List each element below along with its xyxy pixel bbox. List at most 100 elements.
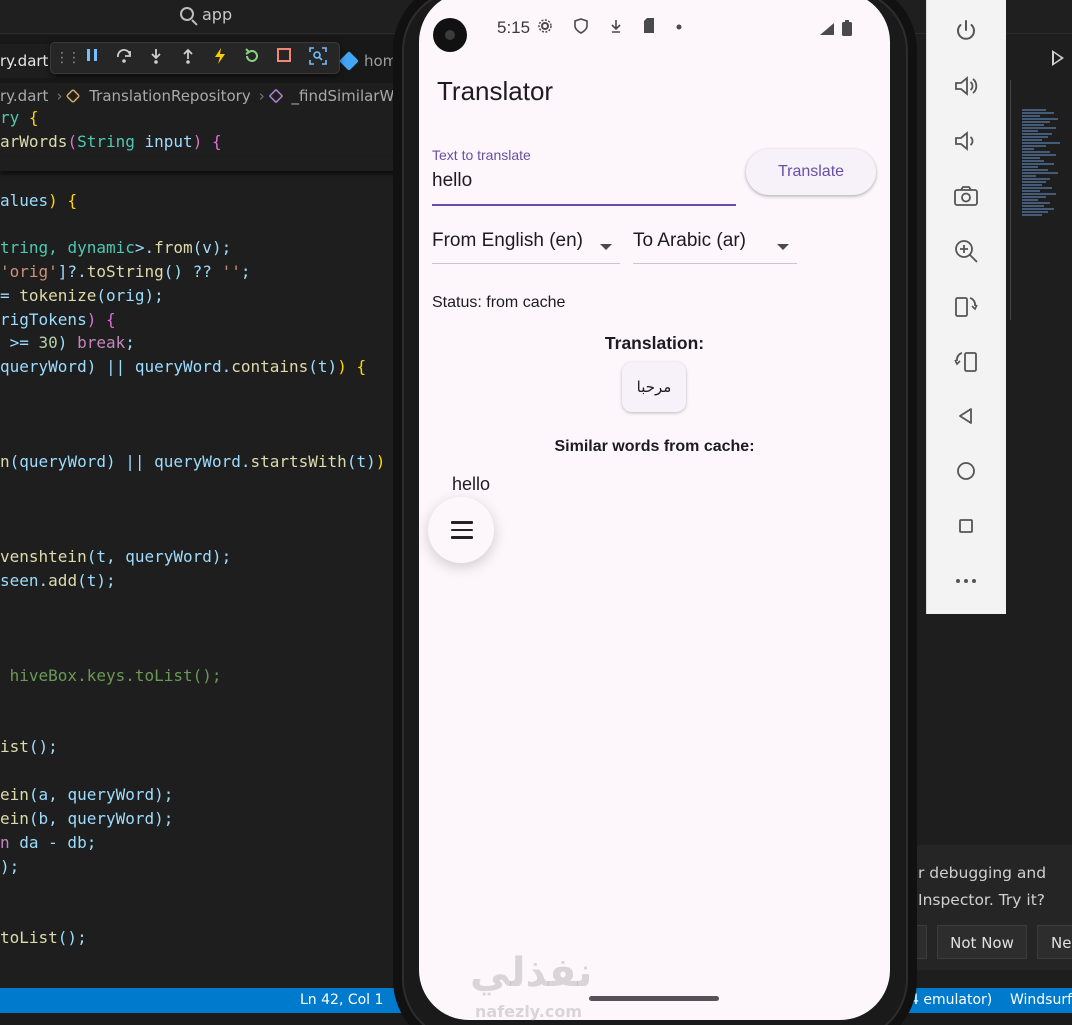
- back-icon[interactable]: [947, 397, 985, 435]
- rotate-right-icon[interactable]: [947, 287, 985, 325]
- code-line[interactable]: hiveBox.keys.toList();: [0, 666, 222, 685]
- hot-reload-icon[interactable]: [209, 47, 231, 69]
- volume-up-icon[interactable]: [947, 67, 985, 105]
- to-language-dropdown[interactable]: To Arabic (ar): [633, 230, 797, 264]
- step-out-icon[interactable]: [177, 47, 199, 69]
- notification-message: r debugging and Inspector. Try it?: [918, 860, 1046, 914]
- code-line[interactable]: rigTokens) {: [0, 310, 116, 329]
- translation-result[interactable]: مرحبا: [622, 362, 686, 412]
- minimap-line: [1022, 142, 1060, 144]
- tab-active-file[interactable]: ry.dart: [0, 44, 57, 78]
- status-icons: [537, 18, 682, 36]
- code-line[interactable]: >= 30) break;: [0, 333, 135, 352]
- minimap-line: [1022, 163, 1054, 165]
- code-token: arWords: [0, 132, 68, 151]
- code-line[interactable]: alues) {: [0, 191, 77, 210]
- home-icon[interactable]: [947, 452, 985, 490]
- from-language-dropdown[interactable]: From English (en): [432, 230, 620, 264]
- similar-word-item[interactable]: hello: [452, 474, 490, 495]
- stop-icon[interactable]: [273, 47, 295, 69]
- run-icon[interactable]: [1052, 50, 1064, 66]
- code-token: ();: [57, 928, 87, 947]
- more-icon[interactable]: [947, 562, 985, 600]
- breadcrumb-method[interactable]: _findSimilarWo: [292, 87, 401, 105]
- code-token: ist: [0, 737, 29, 756]
- code-token: seen: [0, 571, 39, 590]
- not-now-button[interactable]: Not Now: [937, 925, 1027, 959]
- menu-fab[interactable]: [428, 497, 494, 563]
- code-line[interactable]: queryWord) || queryWord.contains(t)) {: [0, 357, 366, 376]
- minimap-line: [1022, 181, 1046, 183]
- code-line[interactable]: );: [0, 857, 19, 876]
- never-button[interactable]: Nev: [1037, 925, 1072, 959]
- tab-home-file[interactable]: hom: [338, 44, 397, 78]
- code-line[interactable]: 'orig']?.toString() ?? '';: [0, 262, 250, 281]
- code-token: da - db;: [19, 833, 97, 852]
- camera-icon[interactable]: [947, 177, 985, 215]
- code-token: queryWord: [0, 357, 87, 376]
- overview-icon[interactable]: [947, 507, 985, 545]
- code-token: .: [221, 357, 232, 376]
- cursor-position[interactable]: Ln 42, Col 1: [300, 988, 383, 1013]
- translate-button[interactable]: Translate: [746, 149, 876, 195]
- volume-down-icon[interactable]: [947, 122, 985, 160]
- code-token: tokenize: [19, 286, 97, 305]
- minimap[interactable]: [1022, 108, 1062, 268]
- code-line[interactable]: ein(a, queryWord);: [0, 785, 173, 804]
- code-token: =: [0, 286, 20, 305]
- code-line[interactable]: tring, dynamic>.from(v);: [0, 238, 231, 257]
- windsurf-status[interactable]: Windsurf: [1010, 988, 1072, 1013]
- translate-input[interactable]: hello: [432, 170, 472, 192]
- inspect-widget-icon[interactable]: [307, 47, 329, 69]
- minimap-line: [1022, 208, 1054, 210]
- pause-icon[interactable]: [81, 47, 103, 69]
- code-line[interactable]: n da - db;: [0, 833, 96, 852]
- menu-icon: [451, 521, 473, 524]
- minimap-line: [1022, 190, 1040, 192]
- code-line[interactable]: ein(b, queryWord);: [0, 809, 173, 828]
- menu-icon: [451, 528, 473, 531]
- minimap-line: [1022, 214, 1042, 216]
- breadcrumb-class[interactable]: TranslationRepository: [89, 87, 251, 105]
- code-token: tring,: [0, 238, 68, 257]
- code-line[interactable]: ist();: [0, 737, 58, 756]
- zoom-in-icon[interactable]: [947, 232, 985, 270]
- code-line[interactable]: = tokenize(orig);: [0, 286, 164, 305]
- breadcrumb-file[interactable]: ry.dart: [0, 87, 48, 105]
- code-token: (t, queryWord);: [86, 547, 232, 566]
- rotate-left-icon[interactable]: [947, 342, 985, 380]
- minimap-line: [1022, 187, 1052, 189]
- minimap-line: [1022, 169, 1048, 171]
- minimap-line: [1022, 136, 1048, 138]
- code-line[interactable]: arWords(String input) {: [0, 132, 222, 151]
- phone-screen[interactable]: 5:15 Translator Text to translate hello …: [419, 0, 890, 1020]
- code-line[interactable]: seen.add(t);: [0, 571, 116, 590]
- code-line[interactable]: venshtein(t, queryWord);: [0, 547, 231, 566]
- step-into-icon[interactable]: [145, 47, 167, 69]
- code-line[interactable]: n(queryWord) || queryWord.startsWith(t)): [0, 452, 395, 471]
- notification-line-1: r debugging and: [918, 864, 1047, 882]
- code-token: >=: [0, 333, 39, 352]
- minimap-line: [1022, 202, 1050, 204]
- minimap-line: [1022, 115, 1040, 117]
- minimap-line: [1022, 133, 1052, 135]
- code-token: ein: [0, 809, 29, 828]
- code-line[interactable]: ry {: [0, 110, 39, 127]
- signal-icon: [820, 23, 834, 35]
- code-token: );: [0, 857, 20, 876]
- code-token: break: [77, 333, 126, 352]
- gesture-bar[interactable]: [589, 996, 719, 1001]
- code-editor[interactable]: ry { arWords(String input) { alues) { tring…: [0, 110, 400, 990]
- restart-icon[interactable]: [241, 47, 263, 69]
- step-over-icon[interactable]: [113, 47, 135, 69]
- code-token: ();: [28, 737, 58, 756]
- code-line[interactable]: toList();: [0, 928, 87, 947]
- power-icon[interactable]: [947, 12, 985, 50]
- front-camera-icon: [433, 18, 467, 52]
- minimap-line: [1022, 109, 1046, 111]
- code-token: ry: [0, 110, 29, 127]
- command-search[interactable]: app: [202, 5, 232, 24]
- device-selector[interactable]: 4 emulator): [910, 988, 992, 1013]
- drag-handle-icon[interactable]: ⋮⋮: [55, 47, 81, 69]
- code-token: ;: [240, 262, 251, 281]
